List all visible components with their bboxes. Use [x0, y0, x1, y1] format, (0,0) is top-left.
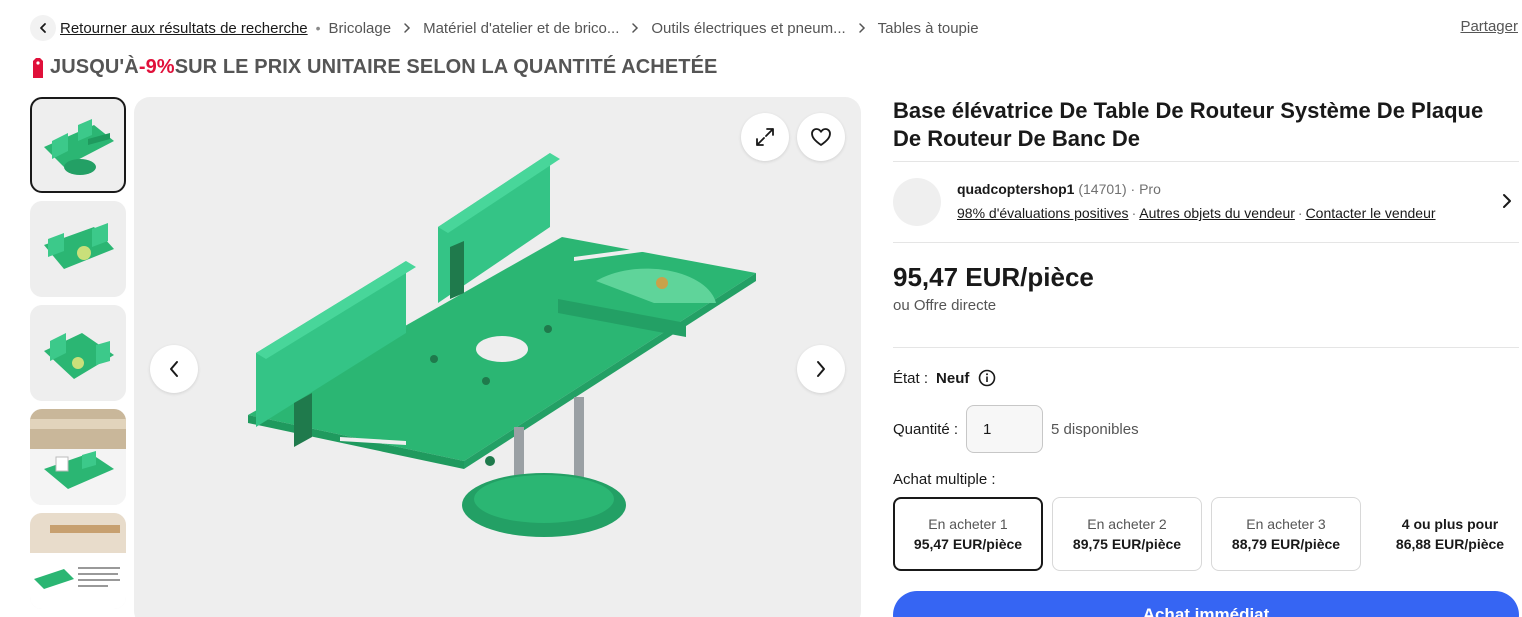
back-to-results-link[interactable]: Retourner aux résultats de recherche — [60, 20, 308, 37]
next-image-button[interactable] — [797, 345, 845, 393]
breadcrumb-dot: • — [315, 20, 321, 36]
thumbnail-2[interactable] — [30, 201, 126, 297]
tier-label: En acheter 3 — [1246, 516, 1326, 532]
breadcrumb: Retourner aux résultats de recherche • B… — [30, 15, 979, 41]
seller-other-items-link[interactable]: Autres objets du vendeur — [1139, 205, 1295, 221]
seller-card[interactable]: quadcoptershop1 (14701) · Pro 98% d'éval… — [893, 178, 1519, 228]
breadcrumb-item-tables[interactable]: Tables à toupie — [878, 20, 979, 37]
back-button[interactable] — [30, 15, 56, 41]
contact-seller-link[interactable]: Contacter le vendeur — [1306, 205, 1436, 221]
multi-buy-option-3[interactable]: En acheter 3 88,79 EUR/pièce — [1211, 497, 1361, 571]
multi-buy-option-1[interactable]: En acheter 1 95,47 EUR/pièce — [893, 497, 1043, 571]
heart-icon — [811, 128, 831, 146]
quantity-row: Quantité : 5 disponibles — [893, 405, 1139, 453]
tier-label: En acheter 1 — [928, 516, 1008, 532]
chevron-left-icon — [40, 23, 46, 33]
price-tag-icon — [30, 57, 46, 79]
expand-button[interactable] — [741, 113, 789, 161]
seller-info: quadcoptershop1 (14701) · Pro — [957, 181, 1161, 197]
thumbnail-4[interactable] — [30, 409, 126, 505]
tier-price: 89,75 EUR/pièce — [1072, 536, 1182, 552]
thumbnail-5[interactable] — [30, 513, 126, 609]
quantity-input[interactable] — [966, 405, 1044, 453]
item-price: 95,47 EUR/pièce — [893, 262, 1094, 292]
thumbnail-1[interactable] — [30, 97, 126, 193]
product-thumbnail-image — [44, 119, 114, 175]
tier-label: 4 ou plus pour — [1401, 516, 1499, 532]
seller-avatar[interactable] — [893, 178, 941, 226]
chevron-right-icon[interactable] — [1501, 192, 1513, 215]
product-photo — [248, 153, 756, 537]
quantity-label: Quantité : — [893, 420, 959, 438]
expand-icon — [756, 128, 774, 146]
breadcrumb-item-bricolage[interactable]: Bricolage — [329, 20, 392, 37]
info-icon[interactable] — [978, 369, 996, 387]
condition-value: Neuf — [936, 369, 970, 387]
divider — [893, 161, 1519, 162]
thumbnail-list — [30, 97, 126, 617]
promo-suffix: SUR LE PRIX UNITAIRE SELON LA QUANTITÉ A… — [174, 56, 718, 78]
seller-name[interactable]: quadcoptershop1 — [957, 181, 1074, 197]
tier-price: 86,88 EUR/pièce — [1395, 536, 1505, 552]
breadcrumb-item-outils[interactable]: Outils électriques et pneum... — [651, 20, 845, 37]
condition-row: État : Neuf — [893, 369, 996, 387]
tier-price: 95,47 EUR/pièce — [913, 536, 1023, 552]
chevron-right-icon — [817, 361, 825, 377]
positive-feedback-link[interactable]: 98% d'évaluations positives — [957, 205, 1129, 221]
main-product-image[interactable] — [134, 97, 861, 617]
chevron-right-icon — [631, 22, 639, 34]
buy-now-button[interactable]: Achat immédiat — [893, 591, 1519, 617]
promo-banner: JUSQU'À -9% SUR LE PRIX UNITAIRE SELON L… — [30, 56, 717, 79]
seller-type: · Pro — [1130, 181, 1161, 197]
quantity-available: 5 disponibles — [1051, 420, 1139, 438]
chevron-right-icon — [858, 22, 866, 34]
tier-label: En acheter 2 — [1087, 516, 1167, 532]
thumbnail-3[interactable] — [30, 305, 126, 401]
breadcrumb-item-materiel[interactable]: Matériel d'atelier et de brico... — [423, 20, 619, 37]
seller-links: 98% d'évaluations positives · Autres objet… — [957, 205, 1436, 221]
tier-price: 88,79 EUR/pièce — [1231, 536, 1341, 552]
multi-buy-option-2[interactable]: En acheter 2 89,75 EUR/pièce — [1052, 497, 1202, 571]
divider — [893, 242, 1519, 243]
promo-percent: -9% — [138, 56, 175, 78]
divider — [893, 347, 1519, 348]
product-title: Base élévatrice De Table De Routeur Syst… — [893, 98, 1484, 151]
chevron-right-icon — [403, 22, 411, 34]
seller-feedback-count: (14701) — [1078, 181, 1127, 197]
condition-label: État : — [893, 369, 929, 387]
promo-prefix: JUSQU'À — [50, 56, 139, 78]
product-thumbnail-image — [30, 409, 126, 505]
best-offer-text: ou Offre directe — [893, 297, 997, 314]
multi-buy-options: En acheter 1 95,47 EUR/pièce En acheter … — [893, 497, 1522, 571]
share-link[interactable]: Partager — [1460, 18, 1518, 35]
watchlist-button[interactable] — [797, 113, 845, 161]
product-thumbnail-image — [30, 513, 126, 609]
chevron-left-icon — [170, 361, 178, 377]
previous-image-button[interactable] — [150, 345, 198, 393]
product-thumbnail-image — [44, 223, 114, 269]
multi-buy-label: Achat multiple : — [893, 471, 996, 488]
multi-buy-option-4[interactable]: 4 ou plus pour 86,88 EUR/pièce — [1370, 497, 1522, 571]
product-thumbnail-image — [44, 333, 114, 379]
